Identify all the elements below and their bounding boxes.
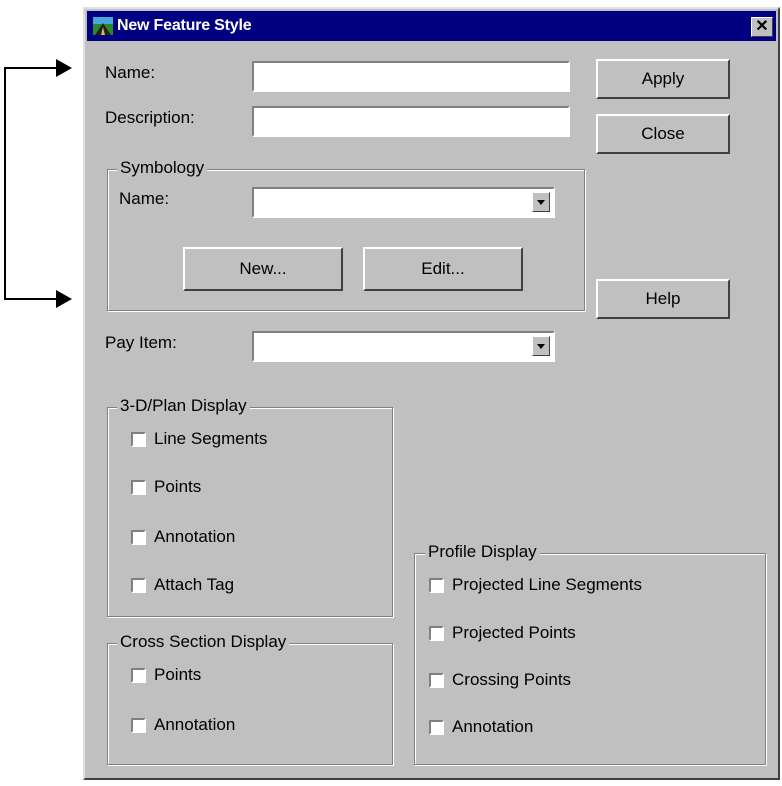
symbology-name-select[interactable]	[252, 187, 555, 218]
plan-annotation-checkbox-row[interactable]: Annotation	[131, 527, 235, 547]
symbology-group-title: Symbology	[117, 158, 208, 178]
annotation-arrow-bottom-line	[4, 298, 56, 300]
app-icon	[93, 17, 113, 35]
annotation-arrow-top-line	[4, 67, 56, 69]
help-button[interactable]: Help	[596, 279, 730, 319]
line-segments-checkbox-row[interactable]: Line Segments	[131, 429, 267, 449]
attach-tag-label: Attach Tag	[154, 575, 235, 594]
cross-annotation-checkbox-row[interactable]: Annotation	[131, 715, 235, 735]
projected-points-label: Projected Points	[452, 623, 576, 642]
plan-display-group-title: 3-D/Plan Display	[117, 396, 250, 416]
crossing-points-checkbox-row[interactable]: Crossing Points	[429, 670, 571, 690]
close-icon[interactable]: ✕	[751, 17, 773, 37]
annotation-bracket-line	[4, 67, 6, 300]
cross-section-display-group	[107, 643, 393, 765]
profile-display-group-title: Profile Display	[425, 542, 540, 562]
title-bar: New Feature Style ✕	[87, 11, 776, 41]
pay-item-label: Pay Item:	[105, 333, 177, 352]
cross-annotation-checkbox[interactable]	[131, 717, 146, 733]
apply-button[interactable]: Apply	[596, 59, 730, 99]
line-segments-label: Line Segments	[154, 429, 268, 448]
pay-item-select[interactable]	[252, 331, 555, 362]
new-symbology-button[interactable]: New...	[183, 247, 343, 291]
plan-points-checkbox-row[interactable]: Points	[131, 477, 201, 497]
chevron-down-icon[interactable]	[532, 336, 550, 356]
profile-annotation-label: Annotation	[452, 717, 534, 736]
window-title: New Feature Style	[117, 17, 252, 34]
projected-line-segments-checkbox-row[interactable]: Projected Line Segments	[429, 575, 642, 595]
crossing-points-checkbox[interactable]	[429, 672, 444, 688]
line-segments-checkbox[interactable]	[131, 431, 146, 447]
cross-annotation-label: Annotation	[154, 715, 236, 734]
plan-points-checkbox[interactable]	[131, 479, 146, 495]
projected-line-segments-checkbox[interactable]	[429, 577, 444, 593]
plan-points-label: Points	[154, 477, 202, 496]
projected-points-checkbox[interactable]	[429, 625, 444, 641]
plan-annotation-label: Annotation	[154, 527, 236, 546]
cross-section-display-group-title: Cross Section Display	[117, 632, 290, 652]
edit-symbology-button[interactable]: Edit...	[363, 247, 523, 291]
projected-points-checkbox-row[interactable]: Projected Points	[429, 623, 576, 643]
attach-tag-checkbox[interactable]	[131, 577, 146, 593]
profile-annotation-checkbox[interactable]	[429, 719, 444, 735]
cross-points-checkbox[interactable]	[131, 667, 146, 683]
cross-points-checkbox-row[interactable]: Points	[131, 665, 201, 685]
arrow-right-icon	[56, 59, 72, 77]
symbology-name-label: Name:	[119, 189, 170, 208]
projected-line-segments-label: Projected Line Segments	[452, 575, 642, 594]
arrow-right-icon	[56, 290, 72, 308]
crossing-points-label: Crossing Points	[452, 670, 572, 689]
new-feature-style-dialog: New Feature Style ✕ Name: Description: A…	[83, 7, 780, 780]
description-field[interactable]	[252, 106, 570, 137]
chevron-down-icon[interactable]	[532, 192, 550, 212]
attach-tag-checkbox-row[interactable]: Attach Tag	[131, 575, 234, 595]
close-button[interactable]: Close	[596, 114, 730, 154]
name-field[interactable]	[252, 61, 570, 92]
plan-annotation-checkbox[interactable]	[131, 529, 146, 545]
cross-points-label: Points	[154, 665, 202, 684]
name-label: Name:	[105, 63, 156, 82]
profile-annotation-checkbox-row[interactable]: Annotation	[429, 717, 533, 737]
description-label: Description:	[105, 108, 195, 127]
